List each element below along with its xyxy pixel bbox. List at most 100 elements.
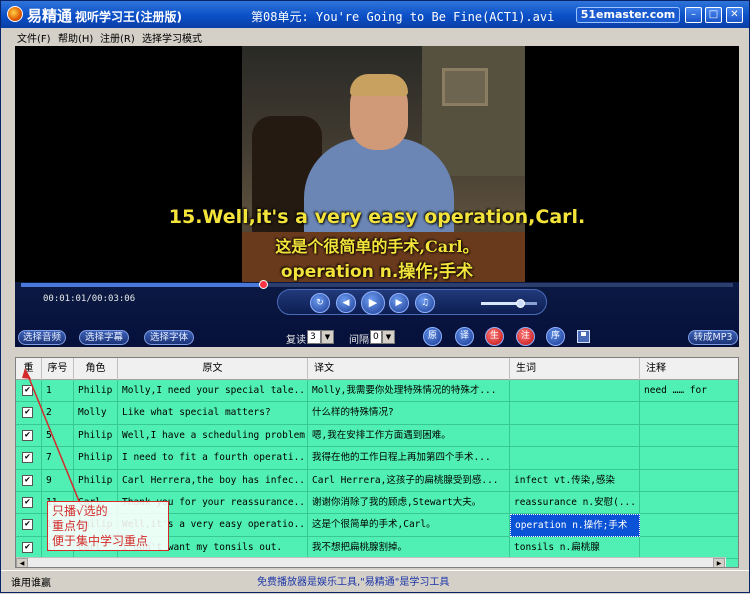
note-cell[interactable]: need …… for [640,380,738,402]
toggle-order-button[interactable]: 序 [546,327,565,346]
table-row[interactable]: ✔ 7 Philip I need to fit a fourth operati..… [16,447,738,470]
table-row[interactable]: ✔ 9 Philip Carl Herrera,the boy has infec..… [16,469,738,492]
video-area[interactable]: 15.Well,it's a very easy operation,Carl.… [15,46,739,282]
focus-checkbox[interactable]: ✔ [22,407,33,419]
note-cell[interactable] [640,470,738,492]
role-cell[interactable]: Molly [74,402,118,425]
volume-slider[interactable] [481,299,537,308]
translation-cell[interactable]: Molly,我需要你处理特殊情况的特殊才... [308,380,510,403]
toggle-original-button[interactable]: 原 [423,327,442,346]
note-cell[interactable] [640,492,738,514]
focus-checkbox[interactable]: ✔ [22,385,33,396]
grid-header: 重 序号 角色 原文 译文 生词 注释 [16,358,738,380]
role-cell[interactable]: Philip [74,469,118,492]
column-header-index[interactable]: 序号 [42,358,74,380]
repeat-count-field[interactable]: 3 [307,330,321,344]
note-cell[interactable] [640,514,738,536]
role-cell[interactable]: Philip [74,447,118,470]
column-header-note[interactable]: 注释 [640,358,738,380]
translation-cell[interactable]: 这是个很简单的手术,Carl。 [308,514,510,537]
translation-cell[interactable]: 我得在他的工作日程上再加第四个手术... [308,447,510,470]
role-cell[interactable]: Philip [74,424,118,448]
repeat-icon[interactable]: ↻ [310,293,330,313]
original-cell[interactable]: Molly,I need your special tale... [118,380,308,403]
focus-checkbox[interactable]: ✔ [22,452,33,464]
table-row[interactable]: ✔ 5 Philip Well,I have a scheduling problem… [16,424,738,448]
play-icon[interactable]: ▶ [361,291,385,315]
column-header-role[interactable]: 角色 [74,358,118,380]
index-cell[interactable]: 2 [42,402,74,425]
progress-bar[interactable] [21,280,733,289]
menu-learning-mode[interactable]: 选择学习模式 [142,30,202,45]
status-message: 免费播放器是娱乐工具,"易精通"是学习工具 [257,577,450,588]
previous-icon[interactable]: ◀ [336,293,356,313]
scroll-left-icon[interactable]: ◀ [16,558,28,567]
menu-register[interactable]: 注册(R) [100,30,135,45]
vocab-cell[interactable] [510,447,640,470]
menu-help[interactable]: 帮助(H) [58,30,93,45]
translation-cell[interactable]: 什么样的特殊情况? [308,402,510,425]
index-cell[interactable]: 1 [42,380,74,403]
app-window: 易精通 视听学习王(注册版) 第08单元: You're Going to Be… [0,0,750,593]
focus-checkbox[interactable]: ✔ [22,474,33,486]
toggle-vocab-button[interactable]: 生 [485,327,504,346]
original-cell[interactable]: Like what special matters? [118,402,308,425]
scroll-right-icon[interactable]: ▶ [713,558,725,567]
table-row[interactable]: ✔ 2 Molly Like what special matters? 什么样的特殊情… [16,402,738,425]
close-button[interactable]: ✕ [726,7,743,23]
focus-checkbox[interactable]: ✔ [22,519,33,531]
player-controls: 00:01:01/00:03:06 ↻ ◀ ▶ ▶ ♫ 选择音频 选择字幕 选择… [15,280,739,347]
app-subtitle: 视听学习王(注册版) [75,10,182,24]
maximize-button[interactable]: □ [705,7,722,23]
index-cell[interactable]: 9 [42,469,74,492]
save-icon[interactable] [577,330,590,343]
translation-cell[interactable]: 嗯,我在安排工作方面遇到困难。 [308,424,510,448]
vocab-cell[interactable]: infect vt.传染,感染 [510,469,640,492]
index-cell[interactable]: 7 [42,447,74,470]
column-header-focus[interactable]: 重 [16,358,42,380]
index-cell[interactable]: 5 [42,424,74,448]
translation-cell[interactable]: Carl Herrera,这孩子的扁桃腺受到感... [308,469,510,492]
role-cell[interactable]: Philip [74,380,118,403]
select-font-button[interactable]: 选择字体 [144,330,194,345]
interval-dropdown-icon[interactable]: ▼ [382,330,395,344]
vocab-cell[interactable]: tonsils n.扁桃腺 [510,536,640,560]
translation-cell[interactable]: 谢谢你消除了我的顾虑,Stewart大夫。 [308,492,510,515]
focus-checkbox[interactable]: ✔ [22,429,33,441]
vocab-cell[interactable]: reassurance n.安慰(... [510,492,640,515]
translation-cell[interactable]: 我不想把扁桃腺割掉。 [308,536,510,560]
speaker-icon[interactable]: ♫ [415,293,435,313]
toggle-note-button[interactable]: 注 [516,327,535,346]
repeat-dropdown-icon[interactable]: ▼ [321,330,334,344]
note-cell[interactable] [640,537,738,559]
menu-file[interactable]: 文件(F) [17,30,51,45]
minimize-button[interactable]: – [685,7,702,23]
note-cell[interactable] [640,402,738,424]
vocab-cell[interactable] [510,380,640,403]
progress-handle[interactable] [259,280,269,289]
vocab-cell[interactable] [510,402,640,425]
vocab-cell[interactable]: operation n.操作;手术 [510,514,640,537]
volume-handle[interactable] [516,299,526,308]
focus-checkbox[interactable]: ✔ [22,541,33,553]
vocab-cell[interactable] [510,424,640,448]
note-cell[interactable] [640,447,738,469]
original-cell[interactable]: I need to fit a fourth operati... [118,447,308,470]
column-header-translation[interactable]: 译文 [308,358,510,380]
next-icon[interactable]: ▶ [389,293,409,313]
site-badge[interactable]: 51emaster.com [576,7,680,23]
focus-checkbox[interactable]: ✔ [22,497,33,508]
column-header-vocab[interactable]: 生词 [510,358,640,380]
interval-field[interactable]: 0 [370,330,382,344]
table-row[interactable]: ✔ 1 Philip Molly,I need your special tale..… [16,380,738,403]
select-subtitle-button[interactable]: 选择字幕 [79,330,129,345]
title-bar: 易精通 视听学习王(注册版) 第08单元: You're Going to Be… [1,1,749,28]
original-cell[interactable]: Well,I have a scheduling problem. [118,424,308,448]
column-header-original[interactable]: 原文 [118,358,308,380]
original-cell[interactable]: Carl Herrera,the boy has infec... [118,469,308,492]
note-cell[interactable] [640,425,738,447]
horizontal-scrollbar[interactable]: ◀ ▶ [16,557,726,567]
select-audio-button[interactable]: 选择音频 [18,330,66,345]
toggle-translation-button[interactable]: 译 [455,327,474,346]
convert-mp3-button[interactable]: 转成MP3 [688,330,738,345]
